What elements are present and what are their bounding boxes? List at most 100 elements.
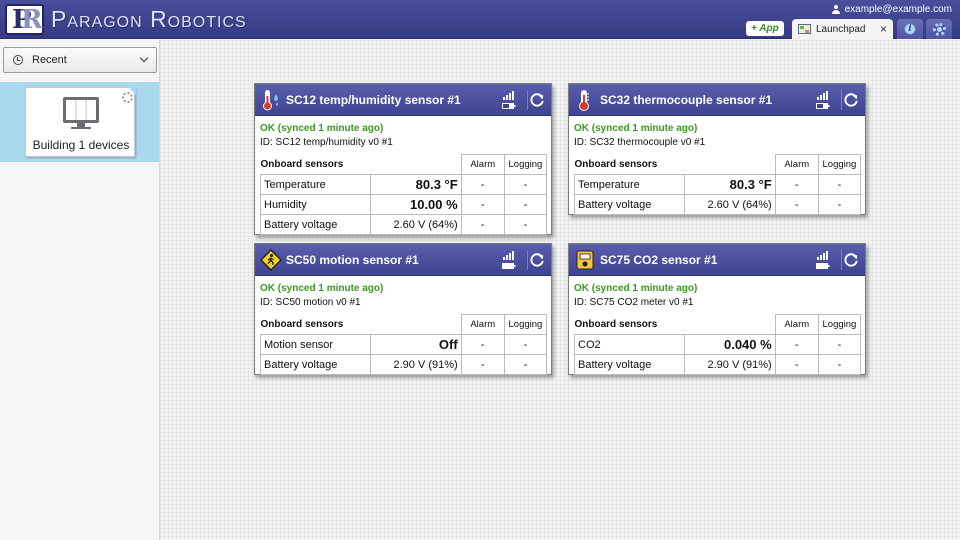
sensor-name: Temperature [573,174,686,195]
monitor-icon [63,97,99,123]
sensor-value: 2.90 V (91%) [370,354,462,375]
alarm-cell[interactable]: - [460,214,505,235]
logging-cell[interactable]: - [817,194,862,215]
signal-battery-icon [816,91,830,109]
building-devices-tile[interactable]: Building 1 devices [25,87,136,157]
sensor-table: Onboard sensors Alarm Logging Temperatur… [259,154,548,235]
table-row[interactable]: Battery voltage 2.60 V (64%) - - [259,214,548,235]
add-app-button[interactable]: + App [746,21,784,36]
table-row[interactable]: CO2 0.040 % - - [573,334,862,355]
logging-cell[interactable]: - [503,334,548,355]
alarm-cell[interactable]: - [774,354,819,375]
tile-label: Building 1 devices [32,138,130,152]
device-id: ID: SC12 temp/humidity v0 #1 [260,137,393,148]
user-menu[interactable]: example@example.com [831,4,952,15]
table-row[interactable]: Motion sensor Off - - [259,334,548,355]
logging-cell[interactable]: - [503,354,548,375]
tab-launchpad[interactable]: Launchpad × [792,19,893,39]
brand-logo: PR [5,4,44,35]
logging-cell[interactable]: - [503,194,548,215]
sensor-name: Battery voltage [573,194,686,215]
alarm-cell[interactable]: - [774,194,819,215]
logging-cell[interactable]: - [817,334,862,355]
alarm-header: Alarm [774,154,819,175]
selected-tile-highlight: Building 1 devices [0,82,159,162]
sensor-name: Temperature [259,174,372,195]
alarm-cell[interactable]: - [460,194,505,215]
refresh-icon[interactable] [527,250,547,270]
alarm-cell[interactable]: - [460,354,505,375]
sensor-value: 2.60 V (64%) [370,214,462,235]
section-label: Onboard sensors [574,314,776,335]
alarm-cell[interactable]: - [774,334,819,355]
sync-status: OK (synced 1 minute ago) [574,123,698,134]
sensor-name: Battery voltage [259,214,372,235]
clock-icon [13,55,23,65]
logging-header: Logging [817,154,862,175]
refresh-icon[interactable] [527,90,547,110]
device-id: ID: SC32 thermocouple v0 #1 [574,137,706,148]
info-icon: i [904,23,916,35]
user-icon [831,4,841,15]
device-card-sc75: SC75 CO2 sensor #1 OK (synced 1 minute a… [568,243,866,375]
table-row[interactable]: Battery voltage 2.90 V (91%) - - [573,354,862,375]
logging-cell[interactable]: - [817,354,862,375]
launchpad-icon [798,24,811,34]
logging-cell[interactable]: - [817,174,862,195]
sensor-value: 10.00 % [370,194,462,215]
alarm-header: Alarm [460,314,505,335]
thermometer-icon [579,90,589,111]
co2-meter-icon [576,250,594,270]
device-id: ID: SC75 CO2 meter v0 #1 [574,297,694,308]
sensor-value: 0.040 % [684,334,776,355]
alarm-cell[interactable]: - [460,334,505,355]
logging-cell[interactable]: - [503,214,548,235]
section-label: Onboard sensors [260,314,462,335]
sensor-value: 80.3 °F [370,174,462,195]
thermometer-humidity-icon [263,90,278,111]
sensor-name: Humidity [259,194,372,215]
info-button[interactable]: i [897,19,923,39]
sync-status: OK (synced 1 minute ago) [260,283,384,294]
device-card-sc32: SC32 thermocouple sensor #1 OK (synced 1… [568,83,866,215]
top-header: PR Paragon Robotics example@example.com … [0,0,960,39]
recent-dropdown[interactable]: Recent [3,47,157,73]
sensor-name: Battery voltage [573,354,686,375]
sidebar: Recent Building 1 devices [0,40,160,540]
signal-battery-icon [502,251,516,269]
recent-label: Recent [32,54,67,66]
settings-button[interactable] [926,19,952,39]
sensor-table: Onboard sensors Alarm Logging Temperatur… [573,154,862,215]
sensor-value: 80.3 °F [684,174,776,195]
alarm-cell[interactable]: - [460,174,505,195]
card-title: SC75 CO2 sensor #1 [600,253,718,267]
device-id: ID: SC50 motion v0 #1 [260,297,361,308]
brand-name: Paragon Robotics [51,6,247,32]
close-icon[interactable]: × [880,22,887,36]
sensor-name: CO2 [573,334,686,355]
sync-status: OK (synced 1 minute ago) [260,123,384,134]
card-header: SC50 motion sensor #1 [255,244,551,276]
tab-launchpad-label: Launchpad [816,23,866,35]
sensor-value: 2.60 V (64%) [684,194,776,215]
table-row[interactable]: Humidity 10.00 % - - [259,194,548,215]
sensor-table: Onboard sensors Alarm Logging CO2 0.040 … [573,314,862,375]
logging-header: Logging [503,314,548,335]
sensor-name: Battery voltage [259,354,372,375]
alarm-header: Alarm [460,154,505,175]
table-row[interactable]: Temperature 80.3 °F - - [573,174,862,195]
card-header: SC32 thermocouple sensor #1 [569,84,865,116]
sensor-value: 2.90 V (91%) [684,354,776,375]
table-row[interactable]: Battery voltage 2.90 V (91%) - - [259,354,548,375]
refresh-icon[interactable] [841,90,861,110]
sync-status: OK (synced 1 minute ago) [574,283,698,294]
motion-warning-icon [260,248,282,272]
logging-cell[interactable]: - [503,174,548,195]
alarm-cell[interactable]: - [774,174,819,195]
logging-header: Logging [817,314,862,335]
table-row[interactable]: Temperature 80.3 °F - - [259,174,548,195]
device-card-sc12: SC12 temp/humidity sensor #1 OK (synced … [254,83,552,235]
sensor-table: Onboard sensors Alarm Logging Motion sen… [259,314,548,375]
refresh-icon[interactable] [841,250,861,270]
table-row[interactable]: Battery voltage 2.60 V (64%) - - [573,194,862,215]
